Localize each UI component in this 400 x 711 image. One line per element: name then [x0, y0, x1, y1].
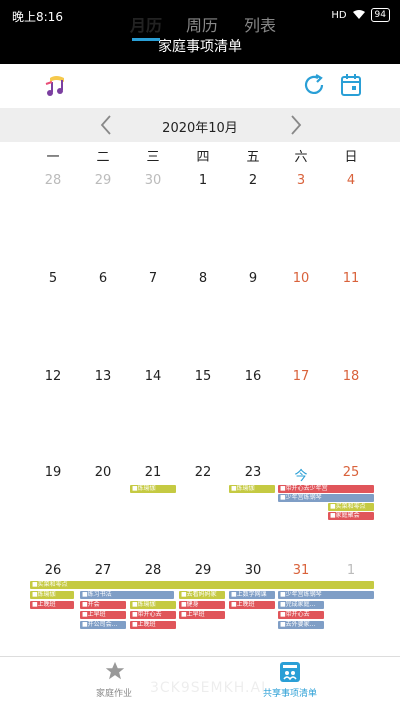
refresh-icon[interactable] [302, 73, 326, 97]
calendar-day[interactable]: 11 [326, 271, 376, 286]
star-icon[interactable] [104, 660, 126, 682]
calendar-day[interactable]: 17 [276, 369, 326, 384]
calendar-day[interactable]: 9 [228, 271, 278, 286]
calendar-day[interactable]: 16 [228, 369, 278, 384]
tab-list[interactable]: 列表 [244, 12, 276, 36]
calendar-day[interactable]: 26 [28, 563, 78, 578]
event-chip[interactable]: ■开会 [80, 601, 126, 609]
calendar-day[interactable]: 7 [128, 271, 178, 286]
calendar-day[interactable]: 30 [128, 173, 178, 188]
event-chip[interactable]: ■买菜和零点 [328, 503, 374, 511]
calendar-day[interactable]: 20 [78, 465, 128, 480]
event-chip[interactable]: ■少年宫练钢琴 [278, 494, 374, 502]
calendar-day[interactable]: 21 [128, 465, 178, 480]
event-chip[interactable]: ■开公司会... [80, 621, 126, 629]
event-chip[interactable]: ■炼瑜伽 [229, 485, 275, 493]
event-chip[interactable]: ■炼瑜伽 [130, 601, 176, 609]
calendar-day[interactable]: 31 [276, 563, 326, 578]
calendar-day[interactable]: 3 [276, 173, 326, 188]
calendar-day[interactable]: 19 [28, 465, 78, 480]
status-time: 晚上8:16 [12, 10, 63, 24]
event-chip[interactable]: ■上晚班 [229, 601, 275, 609]
wifi-icon [352, 10, 365, 19]
app-logo-icon [45, 76, 64, 96]
event-chip[interactable]: ■健身 [179, 601, 225, 609]
event-chip[interactable]: ■带开心去 [278, 611, 324, 619]
event-chip[interactable]: ■练习书法 [80, 591, 174, 599]
weekday-mon: 一 [46, 150, 60, 165]
prev-month-button[interactable] [96, 113, 116, 137]
weekday-sun: 日 [344, 150, 358, 165]
calendar-icon[interactable] [340, 73, 362, 97]
calendar-day[interactable]: 5 [28, 271, 78, 286]
event-chip[interactable]: ■带开心去 [130, 611, 176, 619]
shared-list-icon[interactable] [279, 659, 301, 683]
calendar-day[interactable]: 18 [326, 369, 376, 384]
calendar-day[interactable]: 15 [178, 369, 228, 384]
weekday-thu: 四 [196, 150, 210, 165]
event-chip[interactable]: ■上早班 [179, 611, 225, 619]
calendar-day[interactable]: 1 [178, 173, 228, 188]
calendar-day[interactable]: 22 [178, 465, 228, 480]
event-chip[interactable]: ■去看妈妈家 [179, 591, 225, 599]
calendar-day[interactable]: 23 [228, 465, 278, 480]
calendar-day[interactable]: 29 [78, 173, 128, 188]
event-chip[interactable]: ■家庭聚会 [328, 512, 374, 520]
event-chip[interactable]: ■买菜和零点 [30, 581, 374, 589]
calendar-day-today[interactable]: 今 [276, 465, 326, 484]
calendar-day[interactable]: 10 [276, 271, 326, 286]
event-chip[interactable]: ■炼瑜伽 [30, 591, 74, 599]
calendar-day[interactable]: 8 [178, 271, 228, 286]
event-chip[interactable]: ■上晚班 [130, 621, 176, 629]
tab-indicator [132, 38, 160, 41]
next-month-button[interactable] [286, 113, 306, 137]
month-label: 2020年10月 [162, 121, 238, 136]
calendar-day[interactable]: 30 [228, 563, 278, 578]
event-chip[interactable]: ■上早班 [80, 611, 126, 619]
weekday-wed: 三 [146, 150, 160, 165]
event-chip[interactable]: ■去外婆家... [278, 621, 324, 629]
calendar-day[interactable]: 27 [78, 563, 128, 578]
status-icons: HD 94 [331, 8, 390, 22]
watermark: 3CK9SEMKH.AI [150, 680, 267, 696]
calendar-day[interactable]: 25 [326, 465, 376, 480]
weekday-sat: 六 [294, 150, 308, 165]
calendar-day[interactable]: 28 [28, 173, 78, 188]
calendar-day[interactable]: 6 [78, 271, 128, 286]
tab-week[interactable]: 周历 [186, 12, 218, 36]
calendar-day[interactable]: 4 [326, 173, 376, 188]
calendar-day[interactable]: 14 [128, 369, 178, 384]
calendar-day[interactable]: 28 [128, 563, 178, 578]
signal-icon: HD [331, 9, 347, 21]
calendar-day[interactable]: 12 [28, 369, 78, 384]
battery-icon: 94 [370, 8, 390, 22]
event-chip[interactable]: ■上晚班 [30, 601, 74, 609]
calendar-day[interactable]: 2 [228, 173, 278, 188]
event-chip[interactable]: ■少年宫练钢琴 [278, 591, 374, 599]
event-chip[interactable]: ■炼瑜伽 [130, 485, 176, 493]
weekday-tue: 二 [96, 150, 110, 165]
calendar-day[interactable]: 13 [78, 369, 128, 384]
event-chip[interactable]: ■带开心去少年宫 [278, 485, 374, 493]
page-title: 家庭事项清单 [0, 32, 400, 64]
event-chip[interactable]: ■上数学网课 [229, 591, 275, 599]
calendar-day[interactable]: 1 [326, 563, 376, 578]
weekday-fri: 五 [246, 150, 260, 165]
event-chip[interactable]: ■完成家庭... [278, 601, 324, 609]
calendar-day[interactable]: 29 [178, 563, 228, 578]
nav-homework[interactable]: 家庭作业 [64, 686, 164, 699]
app-root: 晚上8:16 HD 94 家庭事项清单 月历 周历 列表 2020年10月 一 … [0, 0, 400, 711]
tab-month[interactable]: 月历 [130, 12, 162, 36]
